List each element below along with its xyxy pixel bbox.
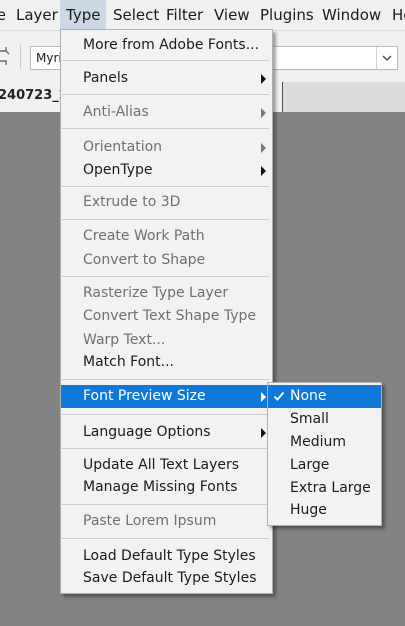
options-divider — [20, 45, 21, 69]
menu-separator — [62, 448, 269, 449]
submenu-item-medium[interactable]: Medium — [268, 431, 381, 454]
menu-separator — [62, 128, 269, 129]
font-style-select[interactable] — [272, 46, 398, 70]
menu-separator — [62, 414, 269, 415]
menu-item-manage-missing-fonts[interactable]: Manage Missing Fonts — [61, 476, 272, 499]
chevron-right-icon — [261, 74, 266, 84]
font-preview-size-submenu: None Small Medium Large Extra Large Huge — [267, 382, 382, 526]
submenu-item-extra-large[interactable]: Extra Large — [268, 477, 381, 500]
menu-item-convert-text-shape-type[interactable]: Convert Text Shape Type — [61, 305, 272, 328]
chevron-right-icon — [261, 108, 266, 118]
menu-separator — [62, 219, 269, 220]
menu-separator — [62, 94, 269, 95]
checkmark-icon — [273, 391, 285, 401]
menu-item-update-all-text-layers[interactable]: Update All Text Layers — [61, 454, 272, 477]
chevron-right-icon — [261, 166, 266, 176]
type-menu: More from Adobe Fonts... Panels Anti-Ali… — [60, 29, 273, 594]
submenu-item-none[interactable]: None — [268, 385, 381, 408]
menu-item-orientation[interactable]: Orientation — [61, 136, 272, 159]
menu-item-anti-alias[interactable]: Anti-Alias — [61, 101, 272, 124]
menu-item-language-options[interactable]: Language Options — [61, 421, 272, 444]
menu-bar: e Layer Type Select Filter View Plugins … — [0, 0, 405, 30]
menu-item-font-preview-size[interactable]: Font Preview Size — [61, 385, 272, 408]
menu-item-create-work-path[interactable]: Create Work Path — [61, 225, 272, 248]
menu-item-paste-lorem-ipsum[interactable]: Paste Lorem Ipsum — [61, 510, 272, 533]
submenu-item-small[interactable]: Small — [268, 408, 381, 431]
menu-select[interactable]: Select — [113, 0, 159, 30]
menu-item-panels[interactable]: Panels — [61, 67, 272, 90]
chevron-down-icon[interactable] — [376, 47, 397, 69]
menu-filter[interactable]: Filter — [166, 0, 203, 30]
menu-item-save-default-type-styles[interactable]: Save Default Type Styles — [61, 567, 272, 590]
menu-separator — [62, 186, 269, 187]
menu-edit-label: e — [0, 6, 6, 24]
menu-item-extrude-to-3d[interactable]: Extrude to 3D — [61, 191, 272, 214]
menu-separator — [62, 379, 269, 380]
menu-item-load-default-type-styles[interactable]: Load Default Type Styles — [61, 545, 272, 568]
menu-item-warp-text[interactable]: Warp Text... — [61, 329, 272, 352]
menu-layer[interactable]: Layer — [16, 0, 58, 30]
menu-edit[interactable]: e — [0, 0, 6, 30]
menu-type[interactable]: Type — [60, 0, 106, 30]
submenu-item-large[interactable]: Large — [268, 454, 381, 477]
menu-view[interactable]: View — [214, 0, 250, 30]
menu-window[interactable]: Window — [322, 0, 381, 30]
menu-plugins[interactable]: Plugins — [260, 0, 314, 30]
menu-separator — [62, 538, 269, 539]
menu-separator — [62, 276, 269, 277]
menu-separator — [62, 60, 269, 61]
menu-item-match-font[interactable]: Match Font... — [61, 351, 272, 374]
menu-help[interactable]: He — [392, 0, 405, 30]
menu-item-convert-to-shape[interactable]: Convert to Shape — [61, 249, 272, 272]
menu-item-more-from-adobe-fonts[interactable]: More from Adobe Fonts... — [61, 34, 272, 57]
document-tab-secondary[interactable] — [283, 82, 405, 112]
menu-separator — [62, 504, 269, 505]
menu-item-rasterize-type-layer[interactable]: Rasterize Type Layer — [61, 282, 272, 305]
chevron-right-icon — [261, 143, 266, 153]
chevron-right-icon — [261, 392, 266, 402]
submenu-item-huge[interactable]: Huge — [268, 499, 381, 522]
move-tool-icon[interactable] — [0, 45, 10, 67]
menu-item-opentype[interactable]: OpenType — [61, 159, 272, 182]
chevron-right-icon — [261, 428, 266, 438]
